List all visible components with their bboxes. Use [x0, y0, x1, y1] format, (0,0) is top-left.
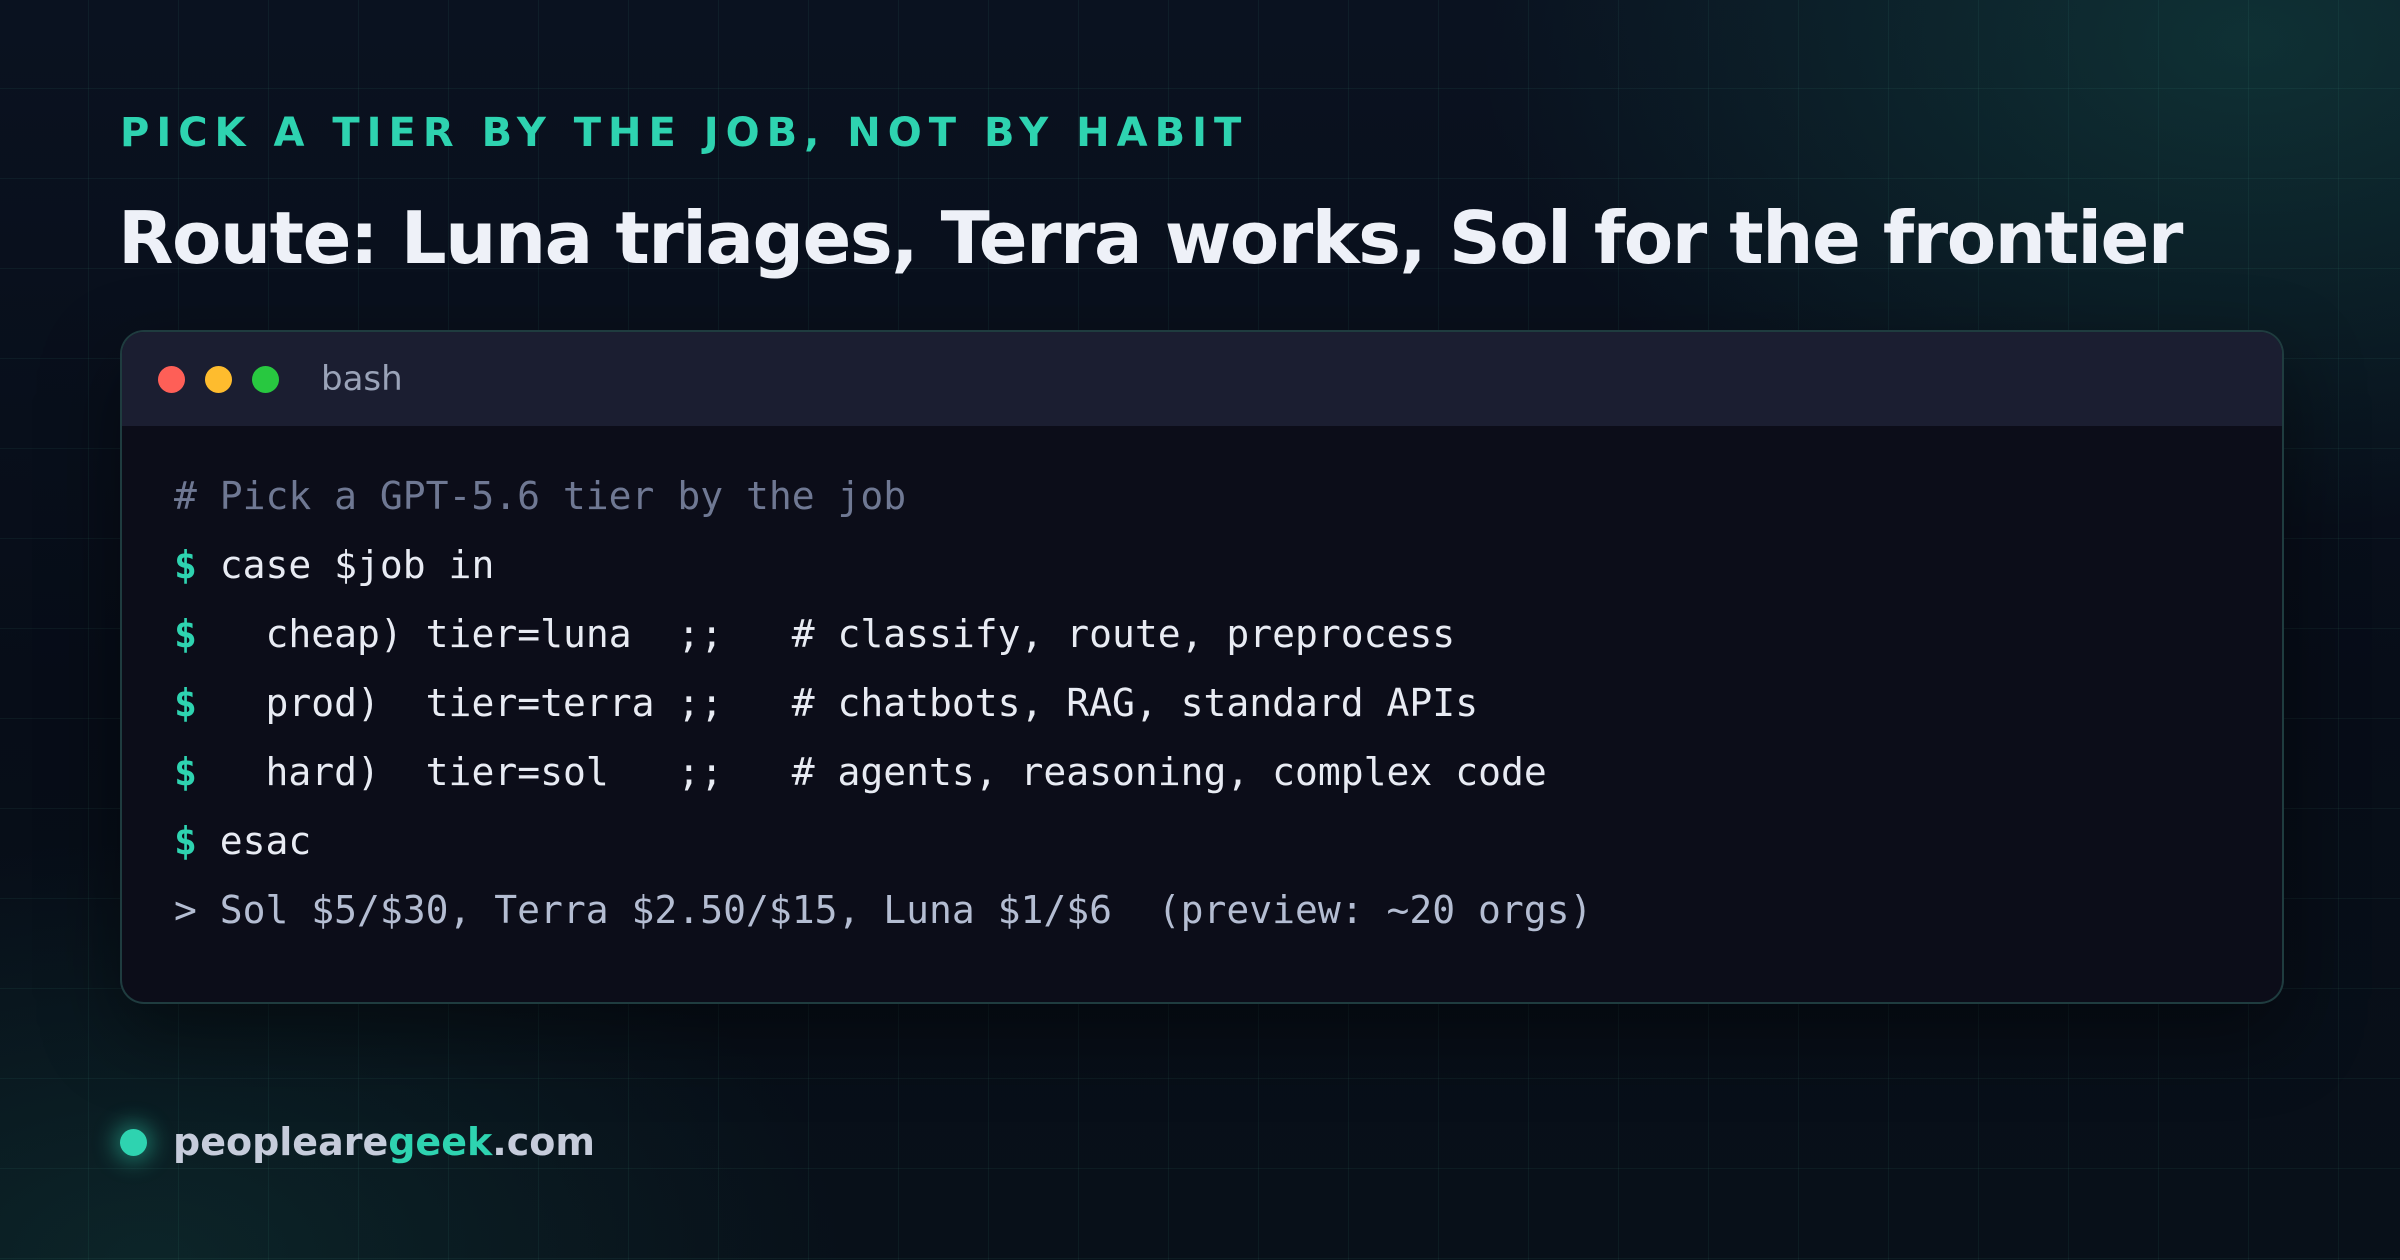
prompt-symbol: $ [174, 750, 197, 794]
command-text: esac [219, 819, 312, 863]
terminal-window: bash # Pick a GPT-5.6 tier by the job $ … [120, 330, 2284, 1004]
terminal-titlebar: bash [122, 332, 2282, 426]
terminal-content[interactable]: # Pick a GPT-5.6 tier by the job $ case … [122, 426, 2282, 945]
command-line: $ case $job in [174, 531, 2282, 600]
eyebrow-heading: PICK A TIER BY THE JOB, NOT BY HABIT [120, 110, 1249, 156]
prompt-symbol: $ [174, 681, 197, 725]
brand-suffix: .com [492, 1120, 595, 1164]
minimize-window-dot-icon[interactable] [205, 365, 232, 393]
footer-brand: peoplearegeek.com [120, 1120, 595, 1164]
prompt-symbol: $ [174, 819, 197, 863]
command-text: case $job in [219, 543, 495, 587]
brand-accent: geek [388, 1120, 493, 1164]
page-title: Route: Luna triages, Terra works, Sol fo… [118, 196, 2183, 280]
command-text: cheap) tier=luna ;; # classify, route, p… [219, 612, 1456, 656]
command-text: hard) tier=sol ;; # agents, reasoning, c… [219, 750, 1547, 794]
command-line: $ esac [174, 807, 2282, 876]
close-window-dot-icon[interactable] [158, 365, 185, 393]
command-line: $ hard) tier=sol ;; # agents, reasoning,… [174, 738, 2282, 807]
prompt-symbol: $ [174, 612, 197, 656]
command-line: $ cheap) tier=luna ;; # classify, route,… [174, 600, 2282, 669]
command-text: prod) tier=terra ;; # chatbots, RAG, sta… [219, 681, 1479, 725]
command-output-line: > Sol $5/$30, Terra $2.50/$15, Luna $1/$… [174, 888, 1593, 932]
terminal-tab-title: bash [321, 359, 403, 399]
brand-name: peoplearegeek.com [173, 1120, 595, 1164]
prompt-symbol: $ [174, 543, 197, 587]
command-line: $ prod) tier=terra ;; # chatbots, RAG, s… [174, 669, 2282, 738]
brand-dot-icon [120, 1128, 147, 1156]
maximize-window-dot-icon[interactable] [252, 365, 279, 393]
code-comment-line: # Pick a GPT-5.6 tier by the job [174, 474, 907, 518]
brand-prefix: peopleare [173, 1120, 389, 1164]
